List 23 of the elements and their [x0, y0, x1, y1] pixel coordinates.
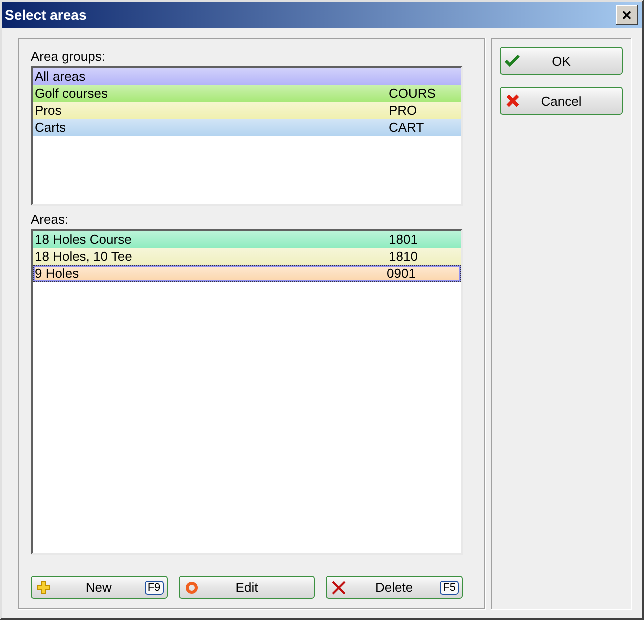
checkmark-icon: [505, 55, 521, 67]
list-row[interactable]: Pros PRO: [33, 102, 461, 119]
list-row[interactable]: 18 Holes Course 1801: [33, 231, 461, 248]
list-row[interactable]: Carts CART: [33, 119, 461, 136]
window-title: Select areas: [5, 7, 87, 23]
new-button[interactable]: New F9: [31, 576, 168, 599]
ok-button[interactable]: OK: [500, 47, 623, 75]
edit-button[interactable]: Edit: [178, 576, 316, 599]
cross-icon: [506, 94, 520, 108]
list-row[interactable]: 9 Holes 0901: [33, 265, 461, 282]
close-button[interactable]: ×: [616, 5, 638, 25]
shortcut-key: F9: [144, 580, 164, 594]
plus-icon: [37, 580, 51, 594]
list-row[interactable]: Golf courses COURS: [33, 85, 461, 102]
list-row[interactable]: 18 Holes, 10 Tee 1810: [33, 248, 461, 265]
cancel-button[interactable]: Cancel: [500, 87, 623, 115]
shortcut-key: F5: [440, 580, 460, 594]
list-row[interactable]: All areas: [33, 68, 461, 85]
ring-icon: [184, 580, 199, 594]
list-label: Areas:: [31, 212, 69, 227]
cross-icon: [331, 580, 348, 596]
delete-button[interactable]: Delete F5: [326, 576, 464, 599]
list-label: Area groups:: [31, 49, 106, 64]
